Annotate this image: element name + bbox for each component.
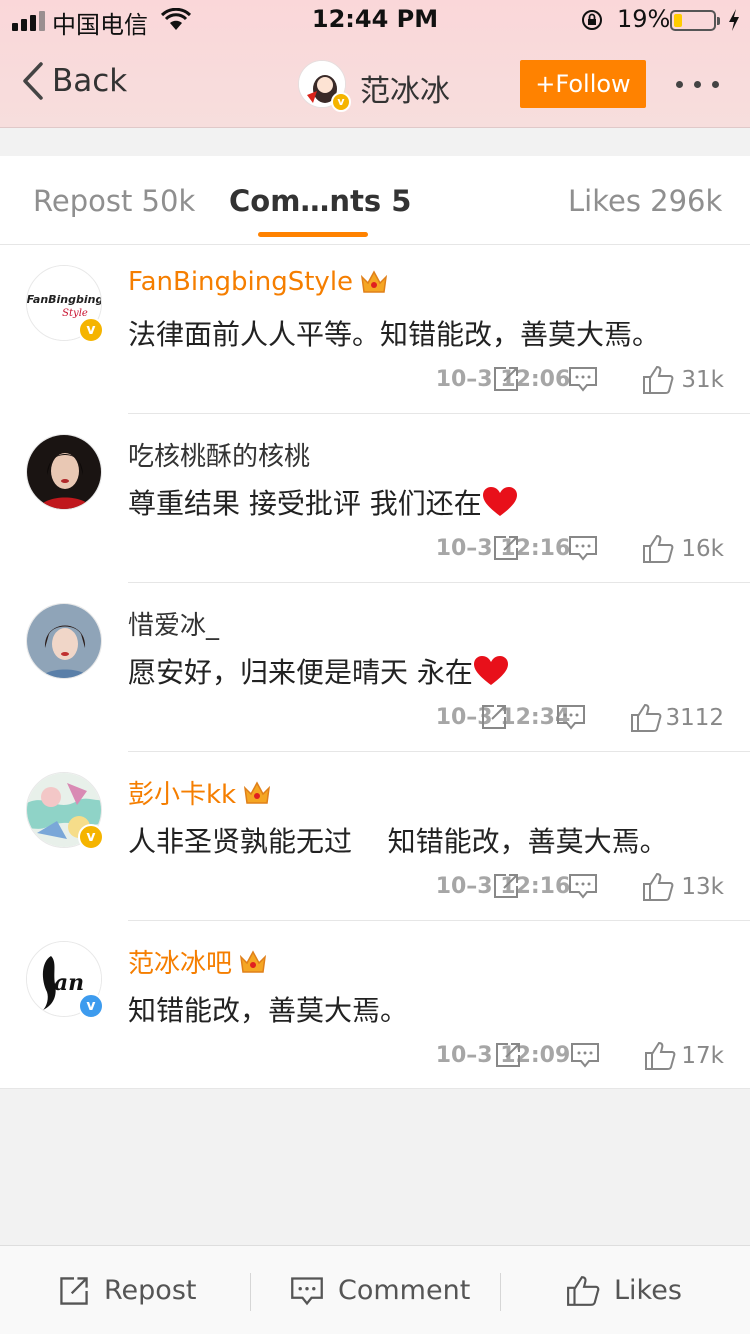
like-count: 31k bbox=[681, 367, 724, 393]
reply-icon[interactable] bbox=[556, 703, 586, 731]
comment-text: 知错能改，善莫大焉。 bbox=[128, 994, 409, 1027]
repost-icon bbox=[60, 1276, 88, 1305]
crown-icon bbox=[361, 270, 388, 293]
comment-text: 愿安好，归来便是晴天 永在 bbox=[128, 656, 473, 689]
comment-list: FanBingbing Style v FanBingbingStyle 法律面… bbox=[0, 245, 750, 1089]
author-name: 惜爱冰_ bbox=[128, 611, 220, 641]
repost-icon[interactable] bbox=[480, 703, 508, 731]
back-label: Back bbox=[52, 63, 128, 99]
chevron-left-icon bbox=[23, 62, 43, 100]
reply-icon[interactable] bbox=[568, 365, 598, 393]
comment-text-row: 愿安好，归来便是晴天 永在 bbox=[128, 651, 509, 691]
divider bbox=[500, 1273, 501, 1311]
battery-percent: 19% bbox=[617, 5, 671, 33]
like-count: 17k bbox=[681, 1043, 724, 1069]
comment-item: an v 范冰冰吧 知错能改，善莫大焉。 10–3 12:09 17k bbox=[0, 921, 750, 1090]
comment-item: 吃核桃酥的核桃 尊重结果 接受批评 我们还在 10–3 12:16 16k bbox=[0, 414, 750, 583]
repost-label: Repost bbox=[104, 1275, 197, 1306]
svg-text:an: an bbox=[54, 970, 84, 996]
repost-icon[interactable] bbox=[492, 872, 520, 900]
crown-icon bbox=[244, 780, 271, 804]
header-user-name: 范冰冰 bbox=[360, 74, 450, 109]
verified-badge-icon: v bbox=[78, 993, 104, 1019]
tab-repost[interactable]: Repost 50k bbox=[33, 184, 195, 218]
avatar-logo-text-2: Style bbox=[62, 308, 88, 319]
reply-icon[interactable] bbox=[568, 534, 598, 562]
comment-icon bbox=[291, 1276, 323, 1305]
comment-author[interactable]: FanBingbingStyle bbox=[128, 267, 389, 297]
comment-author[interactable]: 彭小卡kk bbox=[128, 774, 272, 811]
comment-text: 人非圣贤孰能无过 知错能改，善莫大焉。 bbox=[128, 825, 668, 858]
author-name: 吃核桃酥的核桃 bbox=[128, 442, 311, 472]
back-button[interactable]: Back bbox=[22, 62, 127, 100]
avatar[interactable] bbox=[26, 434, 102, 510]
avatar[interactable] bbox=[26, 603, 102, 679]
comment-item: FanBingbing Style v FanBingbingStyle 法律面… bbox=[0, 245, 750, 414]
active-tab-indicator bbox=[258, 232, 368, 237]
reply-icon[interactable] bbox=[570, 1041, 600, 1069]
verified-badge-icon: v bbox=[331, 92, 351, 112]
author-name: 彭小卡kk bbox=[128, 780, 237, 810]
thumbs-up-icon[interactable] bbox=[630, 703, 662, 733]
comment-label: Comment bbox=[338, 1275, 471, 1306]
top-bar: 中国电信 12:44 PM 19% Back v 范冰冰 +Follow bbox=[0, 0, 750, 128]
likes-button[interactable]: Likes bbox=[566, 1246, 682, 1334]
reply-icon[interactable] bbox=[568, 872, 598, 900]
author-name: 范冰冰吧 bbox=[128, 949, 233, 979]
heart-icon bbox=[473, 656, 508, 685]
status-bar: 中国电信 12:44 PM 19% bbox=[0, 0, 750, 40]
repost-icon[interactable] bbox=[492, 365, 520, 393]
repost-icon[interactable] bbox=[492, 534, 520, 562]
verified-badge-icon: v bbox=[78, 824, 104, 850]
rotation-lock-icon bbox=[582, 10, 602, 30]
thumbs-up-icon[interactable] bbox=[644, 1041, 676, 1071]
thumbs-up-icon[interactable] bbox=[642, 872, 674, 902]
divider bbox=[250, 1273, 251, 1311]
more-options-icon[interactable] bbox=[676, 81, 719, 88]
like-count: 16k bbox=[681, 536, 724, 562]
charging-icon bbox=[729, 9, 739, 31]
comment-button[interactable]: Comment bbox=[290, 1246, 470, 1334]
comment-text: 法律面前人人平等。知错能改，善莫大焉。 bbox=[128, 318, 661, 351]
comment-text-row: 尊重结果 接受批评 我们还在 bbox=[128, 482, 518, 522]
like-count: 13k bbox=[681, 874, 724, 900]
crown-icon bbox=[239, 949, 267, 973]
comment-author[interactable]: 吃核桃酥的核桃 bbox=[128, 436, 310, 473]
comment-text: 尊重结果 接受批评 我们还在 bbox=[128, 487, 482, 520]
repost-icon[interactable] bbox=[494, 1041, 522, 1069]
heart-icon bbox=[482, 487, 517, 516]
tab-comments[interactable]: Com…nts 5 bbox=[229, 184, 411, 218]
bottom-action-bar: Repost Comment Likes bbox=[0, 1245, 750, 1334]
thumbs-up-icon bbox=[567, 1275, 600, 1306]
comment-item: 惜爱冰_ 愿安好，归来便是晴天 永在 10–3 12:34 3112 bbox=[0, 583, 750, 752]
avatar-logo-text: FanBingbing bbox=[27, 293, 102, 306]
comment-author[interactable]: 惜爱冰_ bbox=[128, 605, 219, 642]
tab-bar: Repost 50k Com…nts 5 Likes 296k bbox=[0, 156, 750, 245]
likes-label: Likes bbox=[614, 1275, 682, 1306]
verified-badge-icon: v bbox=[78, 317, 104, 343]
thumbs-up-icon[interactable] bbox=[642, 365, 674, 395]
comment-item: v 彭小卡kk 人非圣贤孰能无过 知错能改，善莫大焉。 10–3 12:16 1… bbox=[0, 752, 750, 921]
battery-icon bbox=[670, 10, 720, 31]
like-count: 3112 bbox=[665, 705, 724, 731]
repost-button[interactable]: Repost bbox=[58, 1246, 196, 1334]
author-name: FanBingbingStyle bbox=[128, 267, 354, 297]
follow-button[interactable]: +Follow bbox=[520, 60, 646, 108]
comment-author[interactable]: 范冰冰吧 bbox=[128, 943, 268, 980]
tab-likes[interactable]: Likes 296k bbox=[568, 184, 722, 218]
thumbs-up-icon[interactable] bbox=[642, 534, 674, 564]
